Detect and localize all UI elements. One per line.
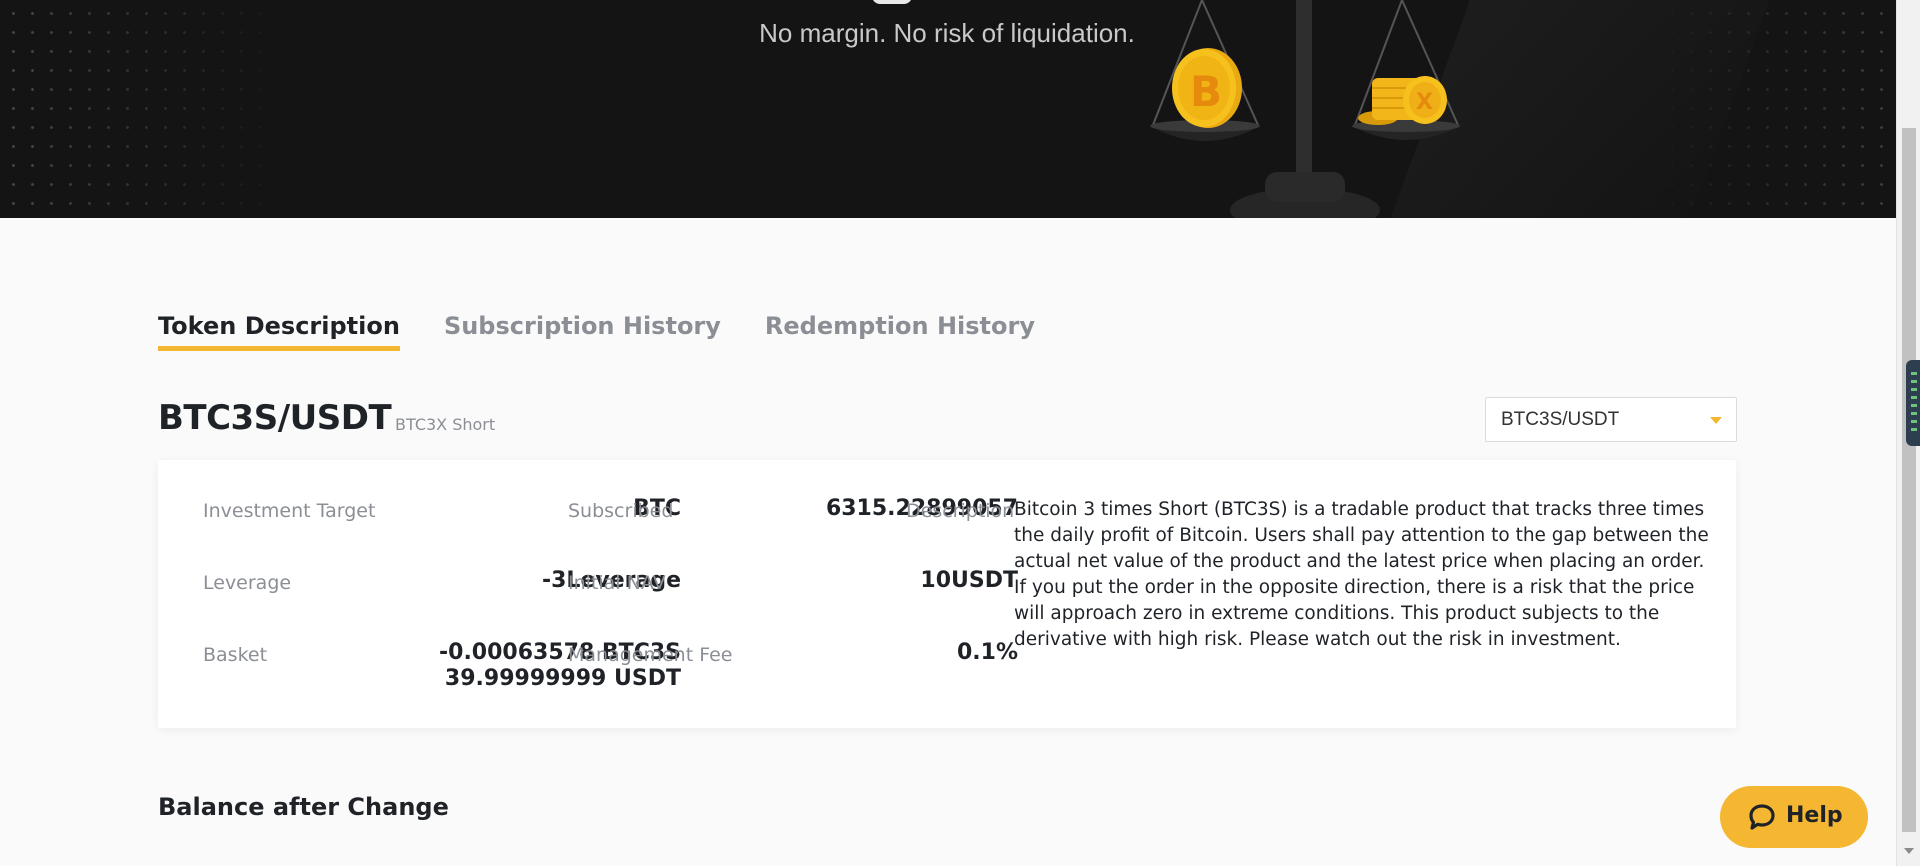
caret-down-icon [1710, 417, 1722, 424]
basket-value-usdt: 39.99999999 USDT [444, 666, 681, 691]
description-label: Description [906, 500, 1015, 522]
balance-section-title: Balance after Change [158, 793, 449, 821]
tab-redemption-history[interactable]: Redemption History [765, 312, 1035, 351]
tab-token-description[interactable]: Token Description [158, 312, 400, 351]
token-info-card: Investment Target BTC Leverage -3Leverag… [158, 460, 1736, 728]
management-fee-label: Management Fee [568, 644, 733, 666]
leverage-label: Leverage [203, 572, 292, 594]
investment-target-label: Investment Target [203, 500, 376, 522]
chat-bubble-icon [1749, 804, 1775, 830]
initial-nav-label: Initial NAV [568, 572, 666, 594]
hero-subtitle: No margin. No risk of liquidation. [759, 18, 1135, 48]
pair-subtitle: BTC3X Short [395, 415, 496, 434]
hero-banner: No margin. No risk of liquidation. B X [0, 0, 1896, 218]
help-button-label: Help [1786, 803, 1843, 828]
side-widget-tab[interactable] [1906, 360, 1920, 446]
help-button[interactable]: Help [1720, 786, 1868, 848]
svg-text:X: X [1416, 90, 1433, 115]
description-text: Bitcoin 3 times Short (BTC3S) is a trada… [1014, 499, 1709, 650]
pair-select-dropdown[interactable]: BTC3S/USDT [1485, 397, 1737, 442]
hero-title-fragment [872, 0, 912, 4]
initial-nav-value: 10USDT [920, 568, 1018, 593]
scroll-down-arrow-icon[interactable] [1904, 848, 1914, 854]
tab-subscription-history[interactable]: Subscription History [444, 312, 721, 351]
tab-bar: Token Description Subscription History R… [158, 312, 1079, 351]
basket-label: Basket [203, 644, 268, 666]
pair-select-value: BTC3S/USDT [1501, 409, 1620, 430]
pair-title: BTC3S/USDT [158, 398, 392, 438]
balance-scale-illustration: B X [1150, 0, 1460, 218]
scrollbar-thumb[interactable] [1902, 128, 1916, 832]
subscribed-label: Subscribed [568, 500, 674, 522]
management-fee-value: 0.1% [956, 640, 1018, 665]
svg-text:B: B [1190, 67, 1222, 116]
